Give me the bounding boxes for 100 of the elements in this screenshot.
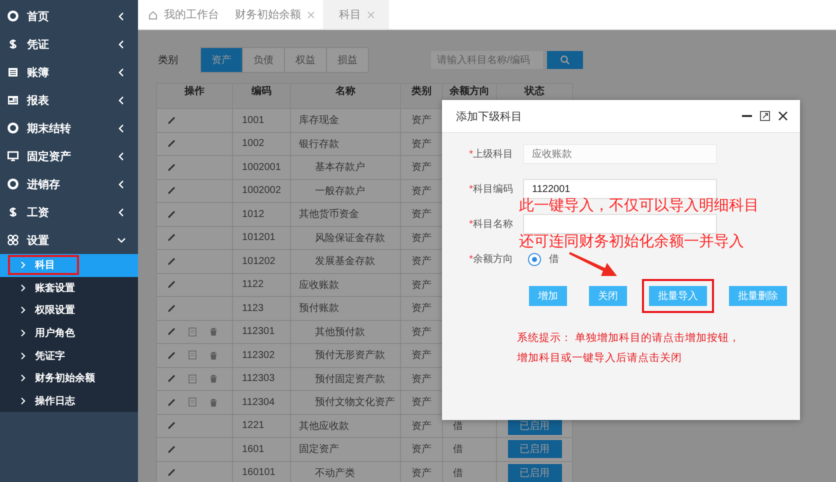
table-cell: 1002 bbox=[232, 132, 290, 156]
chevron-left-icon bbox=[117, 40, 126, 48]
field-label: *科目名称 bbox=[469, 218, 513, 231]
book-icon bbox=[7, 66, 19, 78]
sidebar-item[interactable]: 期末结转 bbox=[0, 114, 138, 142]
pencil-icon[interactable] bbox=[167, 256, 176, 266]
pencil-icon[interactable] bbox=[167, 304, 176, 313]
callout-text: 此一键导入，不仅可以导入明细科目 bbox=[519, 198, 759, 213]
search-button[interactable] bbox=[547, 51, 583, 69]
sidebar-item[interactable]: 工资 bbox=[0, 198, 138, 226]
table-cell: 101201 bbox=[232, 226, 290, 250]
table-cell: 112304 bbox=[232, 390, 290, 414]
category-tab[interactable]: 负债 bbox=[242, 48, 284, 72]
submenu-item[interactable]: 财务初始余额 bbox=[0, 366, 138, 390]
pencil-icon[interactable] bbox=[167, 210, 176, 219]
pencil-icon[interactable] bbox=[167, 327, 176, 336]
input-field[interactable]: 1122001 bbox=[523, 179, 717, 199]
trash-icon[interactable] bbox=[209, 327, 218, 336]
table-cell: 101202 bbox=[232, 250, 290, 273]
pencil-icon[interactable] bbox=[167, 233, 176, 242]
chevron-right-icon bbox=[20, 306, 26, 314]
chevron-right-icon bbox=[20, 396, 26, 405]
pencil-icon[interactable] bbox=[167, 374, 176, 384]
search-icon bbox=[560, 55, 570, 65]
table-cell: 预付文物文化资产 bbox=[290, 390, 400, 414]
callout-text: 还可连同财务初始化余额一并导入 bbox=[519, 234, 745, 249]
pencil-icon[interactable] bbox=[167, 280, 176, 290]
pencil-icon[interactable] bbox=[167, 116, 176, 125]
table-cell: 1002002 bbox=[232, 179, 290, 202]
chevron-left-icon bbox=[117, 96, 126, 104]
radio-option[interactable]: 借 bbox=[528, 252, 559, 266]
sidebar-item[interactable]: 进销存 bbox=[0, 170, 138, 198]
chevron-left-icon bbox=[117, 124, 126, 132]
chevron-left-icon bbox=[117, 180, 126, 188]
chevron-left-icon bbox=[117, 68, 126, 76]
pencil-icon[interactable] bbox=[167, 350, 176, 360]
table-cell: 其他货币资金 bbox=[290, 202, 400, 226]
radio-button[interactable] bbox=[528, 252, 541, 266]
dollar-icon bbox=[7, 38, 19, 50]
sidebar-item[interactable]: 设置 bbox=[0, 226, 138, 254]
chevron-right-icon bbox=[20, 374, 26, 382]
table-cell: 1601 bbox=[232, 438, 290, 461]
trash-icon[interactable] bbox=[209, 374, 218, 384]
table-cell: 银行存款 bbox=[290, 132, 400, 156]
chevron-left-icon bbox=[117, 12, 126, 20]
table-icon bbox=[7, 94, 19, 106]
highlight-box: 科目 bbox=[8, 255, 79, 276]
circle-icon bbox=[7, 122, 19, 134]
table-cell: 1123 bbox=[232, 296, 290, 320]
chevron-left-icon bbox=[117, 208, 126, 216]
column-header: 名称 bbox=[290, 84, 400, 108]
submenu-item[interactable]: 用户角色 bbox=[0, 322, 138, 344]
callout-arrow bbox=[569, 252, 617, 276]
circle-icon bbox=[7, 10, 19, 22]
table-cell: 其他预付款 bbox=[290, 320, 400, 344]
table-cell: 1012 bbox=[232, 202, 290, 226]
table-cell: 一般存款户 bbox=[290, 179, 400, 202]
monitor-icon bbox=[7, 150, 19, 162]
submenu-item[interactable]: 权限设置 bbox=[0, 299, 138, 322]
table-cell: 固定资产 bbox=[290, 438, 400, 461]
table-cell: 应收账款 bbox=[290, 273, 400, 296]
chevron-left-icon bbox=[117, 152, 126, 160]
trash-icon[interactable] bbox=[209, 350, 218, 360]
circle-icon bbox=[7, 178, 19, 190]
table-cell: 预付固定资产款 bbox=[290, 367, 400, 390]
search-field[interactable]: 请输入科目名称/编码 bbox=[431, 51, 543, 69]
sidebar-item[interactable]: 账簿 bbox=[0, 58, 138, 86]
table-cell: 其他应收款 bbox=[290, 414, 400, 438]
input-field[interactable] bbox=[523, 214, 717, 234]
pencil-icon[interactable] bbox=[167, 162, 176, 172]
table-cell: 1002001 bbox=[232, 156, 290, 179]
pencil-icon[interactable] bbox=[167, 139, 176, 148]
hint-text: 系统提示： 单独增加科目的请点击增加按钮， 增加科目或一键导入后请点击关闭 bbox=[516, 331, 741, 366]
close-icon[interactable] bbox=[778, 111, 788, 121]
page-tab[interactable]: 我的工作台 bbox=[148, 0, 227, 29]
submenu-item[interactable]: 凭证字 bbox=[0, 344, 138, 367]
pencil-icon[interactable] bbox=[167, 186, 176, 196]
sidebar-item[interactable]: 首页 bbox=[0, 2, 138, 30]
trash-icon[interactable] bbox=[209, 398, 218, 407]
maximize-icon[interactable] bbox=[760, 111, 770, 121]
table-cell: 1001 bbox=[232, 108, 290, 132]
sidebar-item[interactable]: 报表 bbox=[0, 86, 138, 114]
grid-icon bbox=[7, 234, 19, 246]
page-tab[interactable]: 财务初始余额 bbox=[227, 0, 323, 29]
pencil-icon[interactable] bbox=[167, 398, 176, 407]
table-cell: 资产 bbox=[400, 438, 442, 461]
table-cell: 预付账款 bbox=[290, 296, 400, 320]
pencil-icon[interactable] bbox=[167, 421, 176, 430]
table-cell: 库存现金 bbox=[290, 108, 400, 132]
submenu-item[interactable]: 账套设置 bbox=[0, 276, 138, 300]
table-cell: 112301 bbox=[232, 320, 290, 344]
input-field[interactable]: 应收账款 bbox=[523, 144, 717, 164]
pencil-icon[interactable] bbox=[167, 444, 176, 454]
sidebar-item[interactable]: 凭证 bbox=[0, 30, 138, 58]
table-cell: 1122 bbox=[232, 273, 290, 296]
table-cell: 112303 bbox=[232, 367, 290, 390]
dialog-title: 添加下级科目 bbox=[456, 110, 523, 124]
sidebar-item[interactable]: 固定资产 bbox=[0, 142, 138, 170]
submenu-item[interactable]: 操作日志 bbox=[0, 390, 138, 412]
pencil-icon[interactable] bbox=[167, 468, 176, 478]
